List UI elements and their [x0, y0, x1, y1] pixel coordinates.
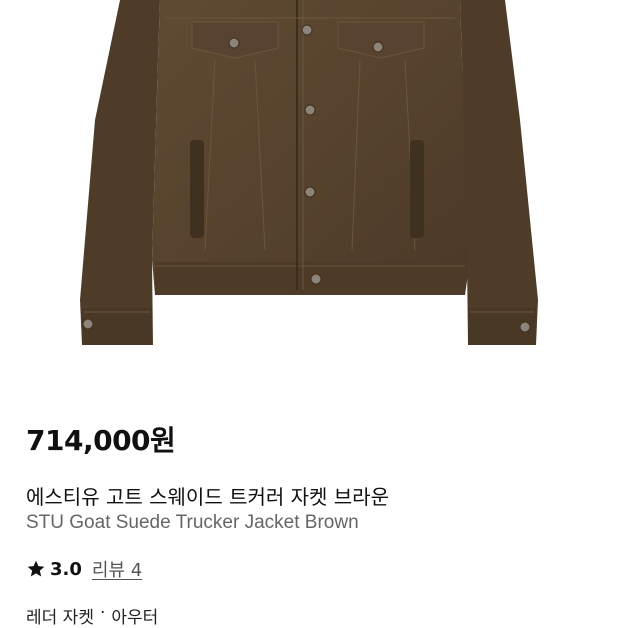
star-icon [27, 560, 45, 577]
product-name-korean: 에스티유 고트 스웨이드 트커러 자켓 브라운 [26, 485, 389, 509]
product-price: 714,000원 [26, 424, 176, 457]
product-image[interactable] [0, 0, 620, 375]
category-separator: · [99, 603, 106, 623]
jacket-image [80, 0, 538, 345]
rating-value: 3.0 [50, 558, 82, 580]
category-breadcrumb: 레더 자켓 · 아우터 [26, 603, 158, 628]
product-name-english: STU Goat Suede Trucker Jacket Brown [26, 512, 359, 533]
rating-row: 3.0 리뷰 4 [26, 556, 142, 582]
review-count-link[interactable]: 리뷰 4 [92, 556, 142, 582]
category-item[interactable]: 아우터 [111, 603, 158, 628]
category-item[interactable]: 레더 자켓 [26, 603, 94, 628]
